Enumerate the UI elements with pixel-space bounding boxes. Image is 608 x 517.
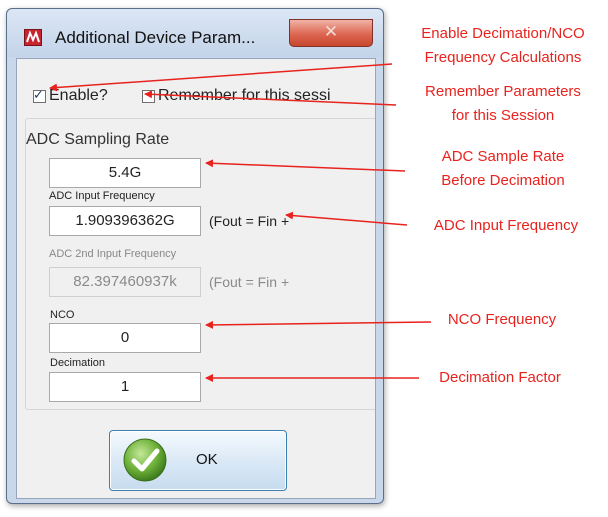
annotation-input-frequency: ADC Input Frequency bbox=[433, 217, 579, 234]
annotation-remember-line1: Remember Parameters bbox=[425, 83, 581, 100]
annotation-sample-rate-line2: Before Decimation bbox=[441, 172, 565, 189]
input-frequency-arrow bbox=[285, 211, 408, 226]
annotation-sample-rate-line1: ADC Sample Rate bbox=[441, 148, 565, 165]
annotation-enable-line1: Enable Decimation/NCO bbox=[421, 25, 585, 42]
enable-arrow bbox=[49, 63, 393, 92]
remember-arrow bbox=[144, 90, 397, 106]
annotation-enable-line2: Frequency Calculations bbox=[424, 49, 582, 66]
sample-rate-arrow bbox=[205, 159, 406, 172]
annotation-remember-line2: for this Session bbox=[451, 107, 555, 124]
annotation-sample-rate: ADC Sample Rate Before Decimation bbox=[408, 145, 598, 193]
annotation-enable: Enable Decimation/NCO Frequency Calculat… bbox=[398, 22, 608, 70]
annotation-remember: Remember Parameters for this Session bbox=[398, 80, 608, 128]
annotation-arrows bbox=[49, 63, 432, 382]
nco-arrow bbox=[205, 320, 432, 329]
annotation-decimation: Decimation Factor bbox=[439, 369, 561, 386]
annotation-nco: NCO Frequency bbox=[447, 311, 557, 328]
